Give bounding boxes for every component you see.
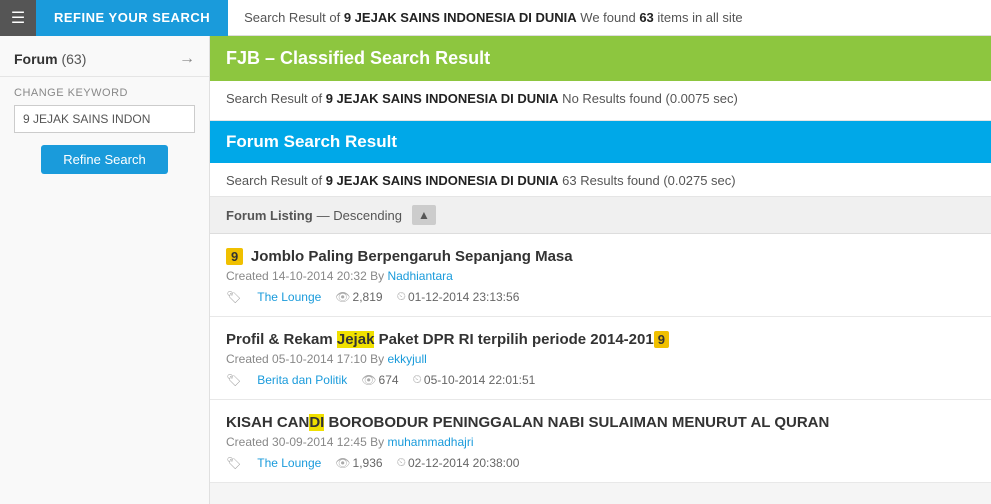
result-tag-link[interactable]: The Lounge [257, 290, 321, 304]
refine-your-search-button[interactable]: REFINE YOUR SEARCH [36, 0, 228, 36]
forum-search-body: Search Result of 9 JEJAK SAINS INDONESIA… [210, 163, 991, 197]
fjb-query: 9 JEJAK SAINS INDONESIA DI DUNIA [326, 91, 559, 106]
result-number-badge: 9 [226, 248, 243, 265]
sidebar-forum-row: Forum (63) → [0, 36, 209, 77]
views-group: 👁 674 [361, 373, 398, 387]
search-count-text: 63 [639, 10, 653, 25]
search-query-text: 9 JEJAK SAINS INDONESIA DI DUNIA [344, 10, 577, 25]
last-post-date: 02-12-2014 20:38:00 [408, 456, 519, 470]
result-tag-link[interactable]: Berita dan Politik [257, 373, 347, 387]
hamburger-button[interactable]: ☰ [0, 0, 36, 36]
result-created: Created 30-09-2014 12:45 By muhammadhajr… [226, 435, 975, 449]
date-group: ⏲ 05-10-2014 22:01:51 [413, 372, 536, 387]
result-tag-link[interactable]: The Lounge [257, 456, 321, 470]
highlight-number: 9 [654, 331, 669, 348]
fjb-body: Search Result of 9 JEJAK SAINS INDONESIA… [210, 81, 991, 121]
result-meta: 🏷 Berita dan Politik 👁 674 ⏲ 05-10-2014 … [226, 372, 975, 387]
result-title-line: KISAH CANDI BOROBODUR PENINGGALAN NABI S… [226, 414, 975, 431]
tag-icon: 🏷 [226, 456, 241, 470]
fjb-prefix: Search Result of [226, 91, 326, 106]
result-author-link[interactable]: Nadhiantara [387, 269, 452, 283]
highlight-text: Jejak [337, 331, 375, 348]
result-meta: 🏷 The Lounge 👁 2,819 ⏲ 01-12-2014 23:13:… [226, 289, 975, 304]
refine-search-button[interactable]: Refine Search [41, 145, 167, 174]
clock-icon: ⏲ [413, 372, 422, 387]
views-group: 👁 2,819 [335, 290, 382, 304]
sidebar-forum-label: Forum (63) [14, 51, 86, 67]
search-result-summary: Search Result of 9 JEJAK SAINS INDONESIA… [228, 10, 743, 25]
change-keyword-label: CHANGE KEYWORD [0, 77, 209, 105]
result-title: Jomblo Paling Berpengaruh Sepanjang Masa [251, 248, 573, 265]
content-area: FJB – Classified Search Result Search Re… [210, 36, 991, 483]
listing-label: Forum Listing [226, 208, 313, 223]
sidebar-forum-count: (63) [61, 51, 86, 67]
sort-arrow-button[interactable]: ▲ [412, 205, 436, 225]
clock-icon: ⏲ [397, 289, 406, 304]
highlight-text: DI [309, 414, 324, 431]
result-item: KISAH CANDI BOROBODUR PENINGGALAN NABI S… [210, 400, 991, 483]
forum-query: 9 JEJAK SAINS INDONESIA DI DUNIA [326, 173, 559, 188]
sidebar-arrow-icon[interactable]: → [179, 50, 195, 68]
forum-prefix: Search Result of [226, 173, 326, 188]
result-created: Created 05-10-2014 17:10 By ekkyjull [226, 352, 975, 366]
result-item: Profil & Rekam Jejak Paket DPR RI terpil… [210, 317, 991, 400]
search-suffix2-text: items in all site [654, 10, 743, 25]
views-count: 674 [379, 373, 399, 387]
tag-icon: 🏷 [226, 373, 241, 387]
result-meta: 🏷 The Lounge 👁 1,936 ⏲ 02-12-2014 20:38:… [226, 455, 975, 470]
result-title-line: Profil & Rekam Jejak Paket DPR RI terpil… [226, 331, 975, 348]
last-post-date: 05-10-2014 22:01:51 [424, 373, 535, 387]
date-group: ⏲ 02-12-2014 20:38:00 [397, 455, 520, 470]
views-count: 2,819 [353, 290, 383, 304]
result-title: Profil & Rekam Jejak Paket DPR RI terpil… [226, 331, 673, 348]
result-item: 9 Jomblo Paling Berpengaruh Sepanjang Ma… [210, 234, 991, 317]
forum-search-header: Forum Search Result [210, 121, 991, 163]
eye-icon: 👁 [361, 373, 376, 387]
result-created: Created 14-10-2014 20:32 By Nadhiantara [226, 269, 975, 283]
clock-icon: ⏲ [397, 455, 406, 470]
search-prefix-text: Search Result of [244, 10, 344, 25]
sort-label: — Descending [317, 208, 402, 223]
sidebar: Forum (63) → CHANGE KEYWORD Refine Searc… [0, 36, 210, 504]
result-title: KISAH CANDI BOROBODUR PENINGGALAN NABI S… [226, 414, 829, 431]
tag-icon: 🏷 [226, 290, 241, 304]
fjb-suffix: No Results found (0.0075 sec) [559, 91, 738, 106]
eye-icon: 👁 [335, 290, 350, 304]
eye-icon: 👁 [335, 456, 350, 470]
date-group: ⏲ 01-12-2014 23:13:56 [397, 289, 520, 304]
fjb-header: FJB – Classified Search Result [210, 36, 991, 81]
search-suffix-text: We found [577, 10, 640, 25]
result-author-link[interactable]: muhammadhajri [387, 435, 473, 449]
views-count: 1,936 [353, 456, 383, 470]
result-title-line: 9 Jomblo Paling Berpengaruh Sepanjang Ma… [226, 248, 975, 265]
forum-suffix: 63 Results found (0.0275 sec) [559, 173, 736, 188]
views-group: 👁 1,936 [335, 456, 382, 470]
forum-listing-bar: Forum Listing — Descending ▲ [210, 197, 991, 234]
keyword-input[interactable] [14, 105, 195, 133]
last-post-date: 01-12-2014 23:13:56 [408, 290, 519, 304]
result-author-link[interactable]: ekkyjull [387, 352, 426, 366]
